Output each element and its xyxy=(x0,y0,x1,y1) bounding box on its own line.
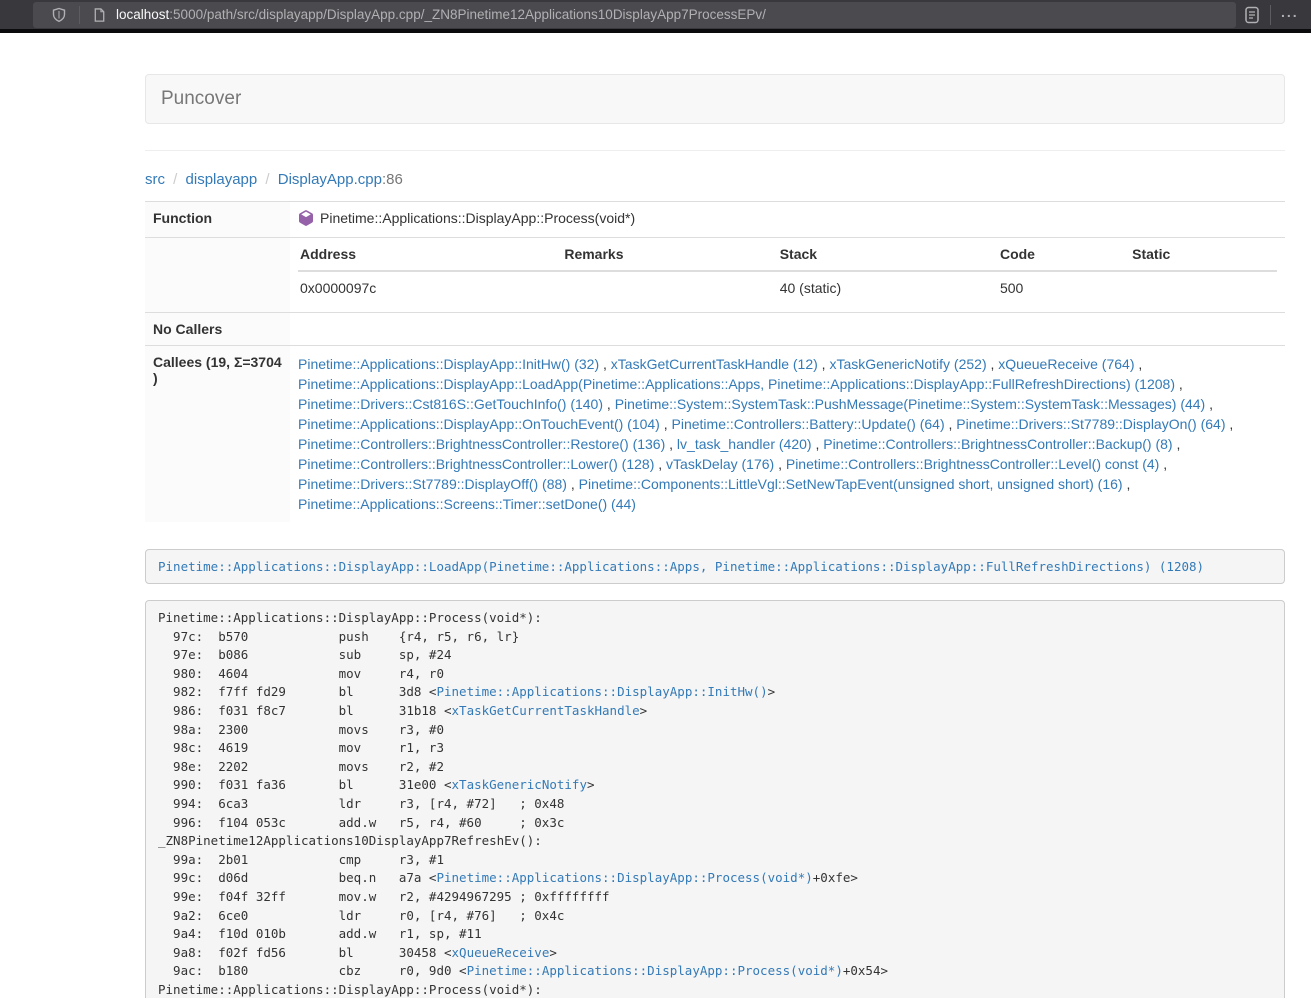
col-static: Static xyxy=(1130,246,1277,271)
col-address: Address xyxy=(298,246,562,271)
callees-label: Callees (19, Σ=3704 ) xyxy=(145,346,290,523)
breadcrumb-separator: / xyxy=(257,171,278,188)
callee-link[interactable]: Pinetime::Controllers::BrightnessControl… xyxy=(823,436,1172,452)
col-code: Code xyxy=(998,246,1130,271)
navbar: Puncover xyxy=(145,74,1285,124)
asm-symbol-link[interactable]: Pinetime::Applications::DisplayApp::Init… xyxy=(436,684,767,699)
static-value xyxy=(1130,271,1277,304)
reader-view-icon[interactable] xyxy=(1244,6,1260,24)
callee-link[interactable]: Pinetime::Applications::DisplayApp::Init… xyxy=(298,356,599,372)
callee-link[interactable]: xTaskGenericNotify (252) xyxy=(829,356,986,372)
function-name: Pinetime::Applications::DisplayApp::Proc… xyxy=(320,210,635,226)
table-row-function: Function Pinetime::Applications::Display… xyxy=(145,202,1285,238)
callee-link[interactable]: Pinetime::Applications::Screens::Timer::… xyxy=(298,496,636,512)
url-host: localhost xyxy=(116,7,169,22)
breadcrumb-link-displayapp[interactable]: displayapp xyxy=(186,171,258,188)
breadcrumb-separator: / xyxy=(165,171,186,188)
toolbar-divider xyxy=(1270,5,1271,25)
browser-toolbar: localhost:5000/path/src/displayapp/Displ… xyxy=(0,0,1311,33)
table-row-no-callers: No Callers xyxy=(145,313,1285,346)
callee-link[interactable]: Pinetime::Controllers::BrightnessControl… xyxy=(298,456,654,472)
table-row-details: Address Remarks Stack Code Static 0x0000… xyxy=(145,238,1285,313)
breadcrumb-link-displayapp.cpp[interactable]: DisplayApp.cpp xyxy=(278,171,382,188)
callee-link[interactable]: Pinetime::Applications::DisplayApp::Load… xyxy=(298,376,1175,392)
breadcrumb-line-number: :86 xyxy=(382,171,403,188)
col-stack: Stack xyxy=(778,246,998,271)
asm-symbol-link[interactable]: Pinetime::Applications::DisplayApp::Proc… xyxy=(467,963,843,978)
breadcrumb: src / displayapp / DisplayApp.cpp:86 xyxy=(145,171,1285,188)
callee-link[interactable]: Pinetime::Controllers::Battery::Update()… xyxy=(672,416,945,432)
callee-link[interactable]: Pinetime::Controllers::BrightnessControl… xyxy=(298,436,665,452)
no-callers-label: No Callers xyxy=(145,313,290,346)
page-icon[interactable] xyxy=(92,7,107,23)
callee-link[interactable]: xTaskGetCurrentTaskHandle (12) xyxy=(611,356,818,372)
callee-link[interactable]: xQueueReceive (764) xyxy=(998,356,1134,372)
url-path: :5000/path/src/displayapp/DisplayApp.cpp… xyxy=(169,7,766,22)
brand-link[interactable]: Puncover xyxy=(146,75,256,123)
package-cube-icon xyxy=(298,210,314,226)
callee-link[interactable]: vTaskDelay (176) xyxy=(666,456,774,472)
callee-link[interactable]: Pinetime::Components::LittleVgl::SetNewT… xyxy=(579,476,1123,492)
ellipsis-menu-icon[interactable]: ... xyxy=(1281,5,1299,25)
disassembly-block: Pinetime::Applications::DisplayApp::Proc… xyxy=(145,600,1285,998)
url-bar[interactable]: localhost:5000/path/src/displayapp/Displ… xyxy=(33,2,1236,28)
details-table: Address Remarks Stack Code Static 0x0000… xyxy=(298,246,1277,304)
callee-link[interactable]: Pinetime::Drivers::Cst816S::GetTouchInfo… xyxy=(298,396,603,412)
table-row: 0x0000097c 40 (static) 500 xyxy=(298,271,1277,304)
stack-value: 40 (static) xyxy=(778,271,998,304)
function-table: Function Pinetime::Applications::Display… xyxy=(145,201,1285,522)
function-label: Function xyxy=(145,202,290,238)
callees-list: Pinetime::Applications::DisplayApp::Init… xyxy=(290,346,1285,523)
callee-link[interactable]: lv_task_handler (420) xyxy=(677,436,812,452)
callee-link[interactable]: Pinetime::Drivers::St7789::DisplayOff() … xyxy=(298,476,567,492)
code-value: 500 xyxy=(998,271,1130,304)
asm-symbol-link[interactable]: xTaskGenericNotify xyxy=(452,777,587,792)
remarks-value xyxy=(562,271,777,304)
shield-icon[interactable] xyxy=(51,7,67,23)
url-text[interactable]: localhost:5000/path/src/displayapp/Displ… xyxy=(116,7,766,22)
callee-link[interactable]: Pinetime::Applications::DisplayApp::OnTo… xyxy=(298,416,660,432)
breadcrumb-link-src[interactable]: src xyxy=(145,171,165,188)
asm-symbol-link[interactable]: xTaskGetCurrentTaskHandle xyxy=(452,703,640,718)
asm-symbol-link[interactable]: xQueueReceive xyxy=(452,945,550,960)
table-row-callees: Callees (19, Σ=3704 ) Pinetime::Applicat… xyxy=(145,346,1285,523)
asm-symbol-link[interactable]: Pinetime::Applications::DisplayApp::Proc… xyxy=(436,870,812,885)
divider xyxy=(145,150,1285,151)
col-remarks: Remarks xyxy=(562,246,777,271)
callee-link[interactable]: Pinetime::Controllers::BrightnessControl… xyxy=(786,456,1159,472)
address-value: 0x0000097c xyxy=(298,271,562,304)
callee-link[interactable]: Pinetime::System::SystemTask::PushMessag… xyxy=(615,396,1206,412)
callee-link[interactable]: Pinetime::Drivers::St7789::DisplayOn() (… xyxy=(956,416,1225,432)
urlbar-divider xyxy=(79,6,80,24)
highlighted-symbol-link[interactable]: Pinetime::Applications::DisplayApp::Load… xyxy=(158,559,1204,574)
page-container: Puncover src / displayapp / DisplayApp.c… xyxy=(145,74,1285,998)
highlighted-symbol-bar: Pinetime::Applications::DisplayApp::Load… xyxy=(145,549,1285,584)
